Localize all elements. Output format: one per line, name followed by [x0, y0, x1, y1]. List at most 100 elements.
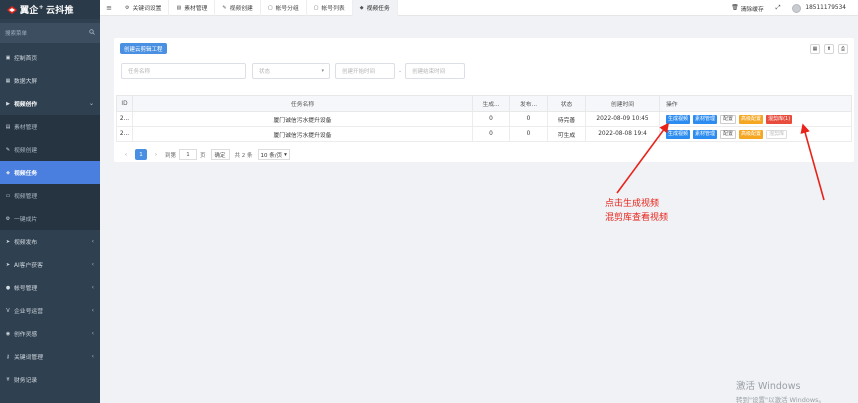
sidebar-item-inspiration[interactable]: ◉ 创作灵感 ‹	[0, 322, 100, 345]
material-manage-button[interactable]: 素材管理	[693, 114, 718, 124]
sidebar-item-label: 视频创作	[14, 102, 38, 108]
export-icon[interactable]: ⬆	[824, 44, 834, 54]
watermark-line-1: 激活 Windows	[736, 381, 801, 392]
task-table: ID 任务名称 生成... 发布... 状态 创建时间 操作 2... 厦门诚信…	[116, 95, 852, 142]
status-select[interactable]: 状态 ▾	[252, 63, 330, 79]
tab-keyword-settings[interactable]: ⚙ 关键词设置	[118, 0, 170, 16]
users-icon: ●	[5, 284, 11, 291]
task-name-input[interactable]: 任务名称	[121, 63, 246, 79]
page-jump-confirm-button[interactable]: 确定	[210, 149, 230, 160]
col-published[interactable]: 发布...	[509, 95, 548, 112]
cell-created: 2022-08-08 19:4	[585, 126, 660, 142]
sidebar-item-video-manage[interactable]: ▭ 视频管理	[0, 184, 100, 207]
page-size-select[interactable]: 10 条/页 ▾	[257, 149, 290, 160]
bulb-icon: ◉	[5, 330, 11, 337]
sidebar-item-label: 关键词管理	[14, 355, 43, 361]
sidebar-item-label: 财务记录	[14, 378, 38, 384]
tab-video-create[interactable]: ✎ 视频创建	[215, 0, 261, 16]
tab-video-task[interactable]: ◆ 视频任务	[352, 0, 398, 16]
sidebar-item-one-click[interactable]: ⚙ 一键成片	[0, 207, 100, 230]
page-1-button[interactable]: 1	[135, 149, 147, 160]
tab-label: 素材管理	[184, 6, 208, 12]
sidebar-item-data-screen[interactable]: ▦ 数据大屏	[0, 69, 100, 92]
print-icon[interactable]: ⎙	[838, 44, 848, 54]
clear-cache-button[interactable]: 🗑 清除缓存	[731, 4, 764, 13]
sidebar-item-material[interactable]: ▤ 素材管理	[0, 115, 100, 138]
sidebar-item-label: AI客户获客	[14, 263, 43, 269]
advanced-config-button[interactable]: 高级配置	[739, 129, 764, 139]
chevron-left-icon: ‹	[91, 284, 94, 291]
cell-id: 2...	[116, 126, 133, 142]
col-task-name[interactable]: 任务名称	[132, 95, 473, 112]
sidebar-item-keywords[interactable]: ⚷ 关键词管理 ‹	[0, 345, 100, 368]
config-button[interactable]: 配置	[720, 129, 737, 139]
menu-toggle-icon[interactable]: ≡	[100, 4, 118, 12]
video-icon: ▶	[6, 100, 10, 107]
col-id[interactable]: ID	[116, 95, 133, 112]
brand-name: 翼企+ 云抖推	[20, 4, 74, 16]
generate-video-button[interactable]: 生成视频	[666, 129, 691, 139]
sidebar-item-video-task[interactable]: ◆ 视频任务	[0, 161, 100, 184]
brand-logo[interactable]: 翼企+ 云抖推	[0, 0, 100, 19]
page-unit-label: 页	[200, 152, 206, 159]
menu-search-placeholder: 搜索菜单	[5, 31, 28, 37]
chevron-left-icon: ‹	[91, 261, 94, 268]
col-actions: 操作	[659, 95, 852, 112]
sidebar-item-account[interactable]: ● 帐号管理 ‹	[0, 276, 100, 299]
sidebar-item-video-creation[interactable]: ▶ 视频创作 ⌄	[0, 92, 100, 115]
tab-account-group[interactable]: ▢ 帐号分组	[261, 0, 307, 16]
config-button[interactable]: 配置	[720, 114, 737, 124]
advanced-config-button[interactable]: 高级配置	[739, 114, 764, 124]
user-menu[interactable]: 18511179534	[792, 3, 846, 13]
start-time-input[interactable]: 创建开始时间	[335, 63, 395, 79]
generate-video-button[interactable]: 生成视频	[666, 114, 691, 124]
cell-actions: 生成视频 素材管理 配置 高级配置 混剪库(1)	[659, 111, 852, 127]
sidebar-item-finance[interactable]: ¥ 财务记录	[0, 368, 100, 391]
menu-search[interactable]: 搜索菜单	[0, 23, 100, 43]
send-icon: ➤	[5, 238, 11, 245]
sidebar-item-label: 一键成片	[14, 217, 38, 223]
pencil-icon: ✎	[5, 146, 11, 153]
video-task-panel: 创建云剪辑工程 ▦ ⬆ ⎙ 任务名称 状态 ▾ 创建开始时间 - 创建结束时间 …	[114, 38, 854, 162]
col-created[interactable]: 创建时间	[585, 95, 660, 112]
col-generated[interactable]: 生成...	[472, 95, 510, 112]
windows-activation-watermark: 激活 Windows 转到"设置"以激活 Windows。	[736, 378, 825, 403]
cell-actions: 生成视频 素材管理 配置 高级配置 混剪库	[659, 126, 852, 142]
col-status[interactable]: 状态	[547, 95, 586, 112]
top-right-tools: 🗑 清除缓存 ⤢ 18511179534	[731, 0, 858, 16]
watermark-line-2: 转到"设置"以激活 Windows。	[736, 396, 826, 403]
chevron-left-icon: ‹	[91, 307, 94, 314]
mix-library-button[interactable]: 混剪库(1)	[766, 114, 793, 124]
sidebar-item-label: 数据大屏	[14, 79, 38, 85]
cell-generated: 0	[472, 111, 510, 127]
cell-task-name: 厦门诚信污水提升设备	[132, 111, 473, 127]
prev-page-button[interactable]: ‹	[120, 149, 132, 160]
cell-published: 0	[509, 126, 548, 142]
annotation-line-2: 混剪库查看视频	[605, 213, 669, 223]
page-jump-input[interactable]: 1	[179, 149, 198, 160]
tab-label: 帐号列表	[321, 6, 345, 12]
columns-icon[interactable]: ▦	[810, 44, 820, 54]
end-time-input[interactable]: 创建结束时间	[405, 63, 466, 79]
goto-label: 到第	[165, 152, 177, 159]
next-page-button[interactable]: ›	[150, 149, 162, 160]
sidebar-item-ai-customer[interactable]: ➤ AI客户获客 ‹	[0, 253, 100, 276]
tab-label: 视频创建	[229, 6, 253, 12]
cell-status: 待完善	[547, 111, 586, 127]
sidebar-item-dashboard[interactable]: ▣ 控制首页	[0, 46, 100, 69]
sidebar-item-label: 控制首页	[14, 56, 38, 62]
tab-account-list[interactable]: ▢ 帐号列表	[307, 0, 353, 16]
sidebar-item-label: 视频管理	[14, 194, 38, 200]
create-cloud-edit-button[interactable]: 创建云剪辑工程	[120, 43, 167, 54]
tab-material[interactable]: ▨ 素材管理	[169, 0, 216, 16]
pencil-icon: ✎	[222, 4, 227, 11]
sidebar-item-enterprise[interactable]: V 企业号运营 ‹	[0, 299, 100, 322]
sidebar-item-label: 创作灵感	[14, 332, 38, 338]
fullscreen-icon[interactable]: ⤢	[776, 5, 781, 12]
sidebar-item-video-publish[interactable]: ➤ 视频发布 ‹	[0, 230, 100, 253]
sidebar-item-video-create[interactable]: ✎ 视频创建	[0, 138, 100, 161]
cell-created: 2022-08-09 10:45	[585, 111, 660, 127]
cell-id: 2...	[116, 111, 133, 127]
key-icon: ⚷	[6, 353, 10, 360]
material-manage-button[interactable]: 素材管理	[693, 129, 718, 139]
